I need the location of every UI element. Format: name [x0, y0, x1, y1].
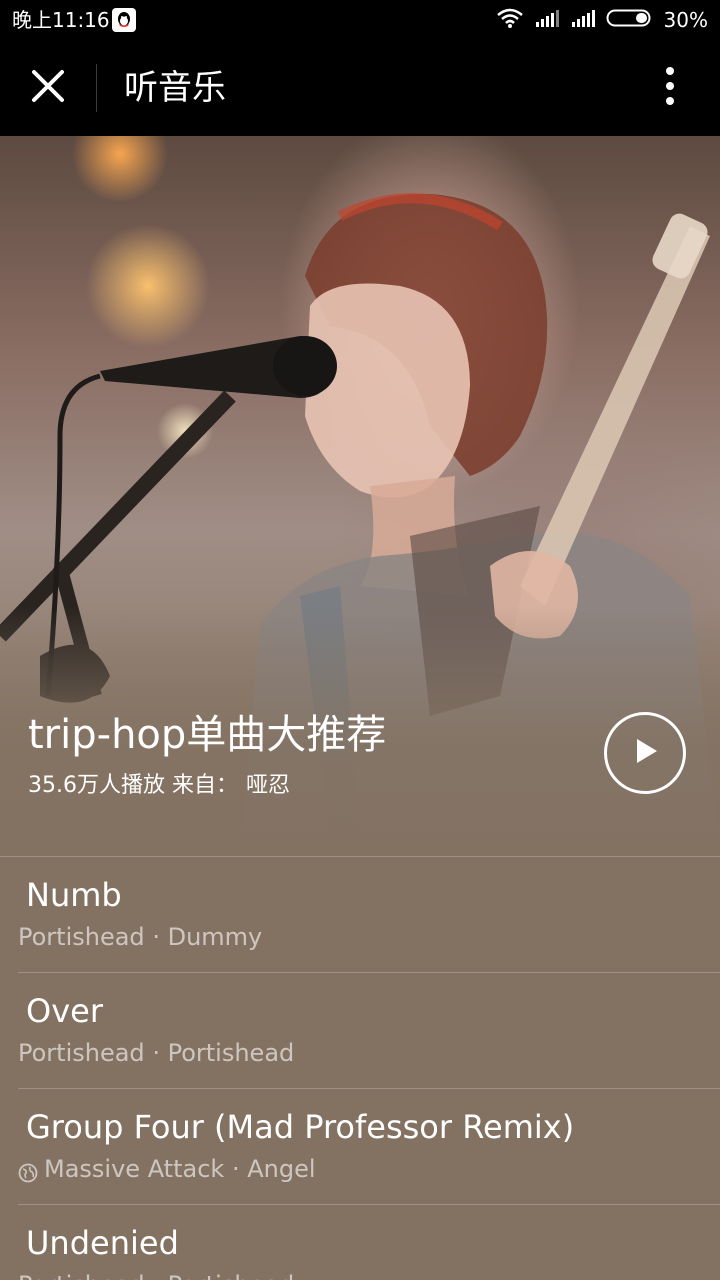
close-button[interactable] — [18, 58, 78, 118]
playlist-cover: trip-hop单曲大推荐 35.6万人播放 来自： 哑忍 — [0, 136, 720, 856]
track-subtitle: Portishead · Portishead — [18, 1269, 294, 1280]
track-title: Numb — [26, 876, 122, 914]
status-bar: 晚上11:16 30% — [0, 0, 720, 40]
status-time: 晚上11:16 — [12, 8, 110, 32]
page-title: 听音乐 — [124, 68, 226, 108]
track-artist: Portishead — [18, 1039, 145, 1067]
track-artist: Massive Attack — [44, 1155, 225, 1183]
track-item[interactable]: Undenied Portishead · Portishead — [18, 1205, 720, 1280]
battery-icon — [606, 8, 654, 32]
track-item[interactable]: Numb Portishead · Dummy — [18, 857, 720, 973]
more-vertical-icon — [664, 66, 676, 110]
qq-icon — [112, 8, 136, 32]
track-item[interactable]: Group Four (Mad Professor Remix) Massive… — [18, 1089, 720, 1205]
playlist-author[interactable]: 哑忍 — [246, 773, 290, 798]
track-separator: · — [152, 923, 160, 951]
track-subtitle: Portishead · Dummy — [18, 921, 262, 953]
battery-percent: 30% — [663, 8, 708, 32]
playlist-title: trip-hop单曲大推荐 — [28, 712, 387, 758]
track-subtitle: Portishead · Portishead — [18, 1037, 294, 1069]
play-icon — [628, 734, 662, 772]
close-icon — [31, 69, 65, 107]
track-artist: Portishead — [18, 923, 145, 951]
play-all-button[interactable] — [604, 712, 686, 794]
signal-icon — [534, 8, 560, 32]
status-icons: 30% — [496, 8, 708, 32]
track-artist: Portishead — [18, 1269, 145, 1280]
playlist-meta: 35.6万人播放 来自： 哑忍 — [28, 770, 290, 802]
signal-icon — [570, 8, 596, 32]
wifi-icon — [496, 7, 524, 33]
track-title: Undenied — [26, 1224, 179, 1262]
track-album: Portishead — [168, 1269, 295, 1280]
track-subtitle: Massive Attack · Angel — [18, 1153, 316, 1185]
from-label: 来自： — [172, 773, 239, 798]
track-title: Over — [26, 992, 103, 1030]
app-bar: 听音乐 — [0, 40, 720, 136]
play-count: 35.6万人播放 — [28, 773, 165, 798]
track-album: Portishead — [167, 1039, 295, 1067]
track-list: Numb Portishead · Dummy Over Portishead … — [0, 856, 720, 1280]
globe-icon — [18, 1159, 38, 1183]
track-title: Group Four (Mad Professor Remix) — [26, 1108, 575, 1146]
track-item[interactable]: Over Portishead · Portishead — [18, 973, 720, 1089]
track-separator: · — [231, 1155, 240, 1183]
app-bar-divider — [96, 64, 97, 112]
track-separator: · — [152, 1039, 160, 1067]
more-button[interactable] — [640, 58, 700, 118]
track-album: Dummy — [167, 923, 263, 951]
track-album: Angel — [247, 1155, 316, 1183]
track-separator: · — [152, 1269, 160, 1280]
